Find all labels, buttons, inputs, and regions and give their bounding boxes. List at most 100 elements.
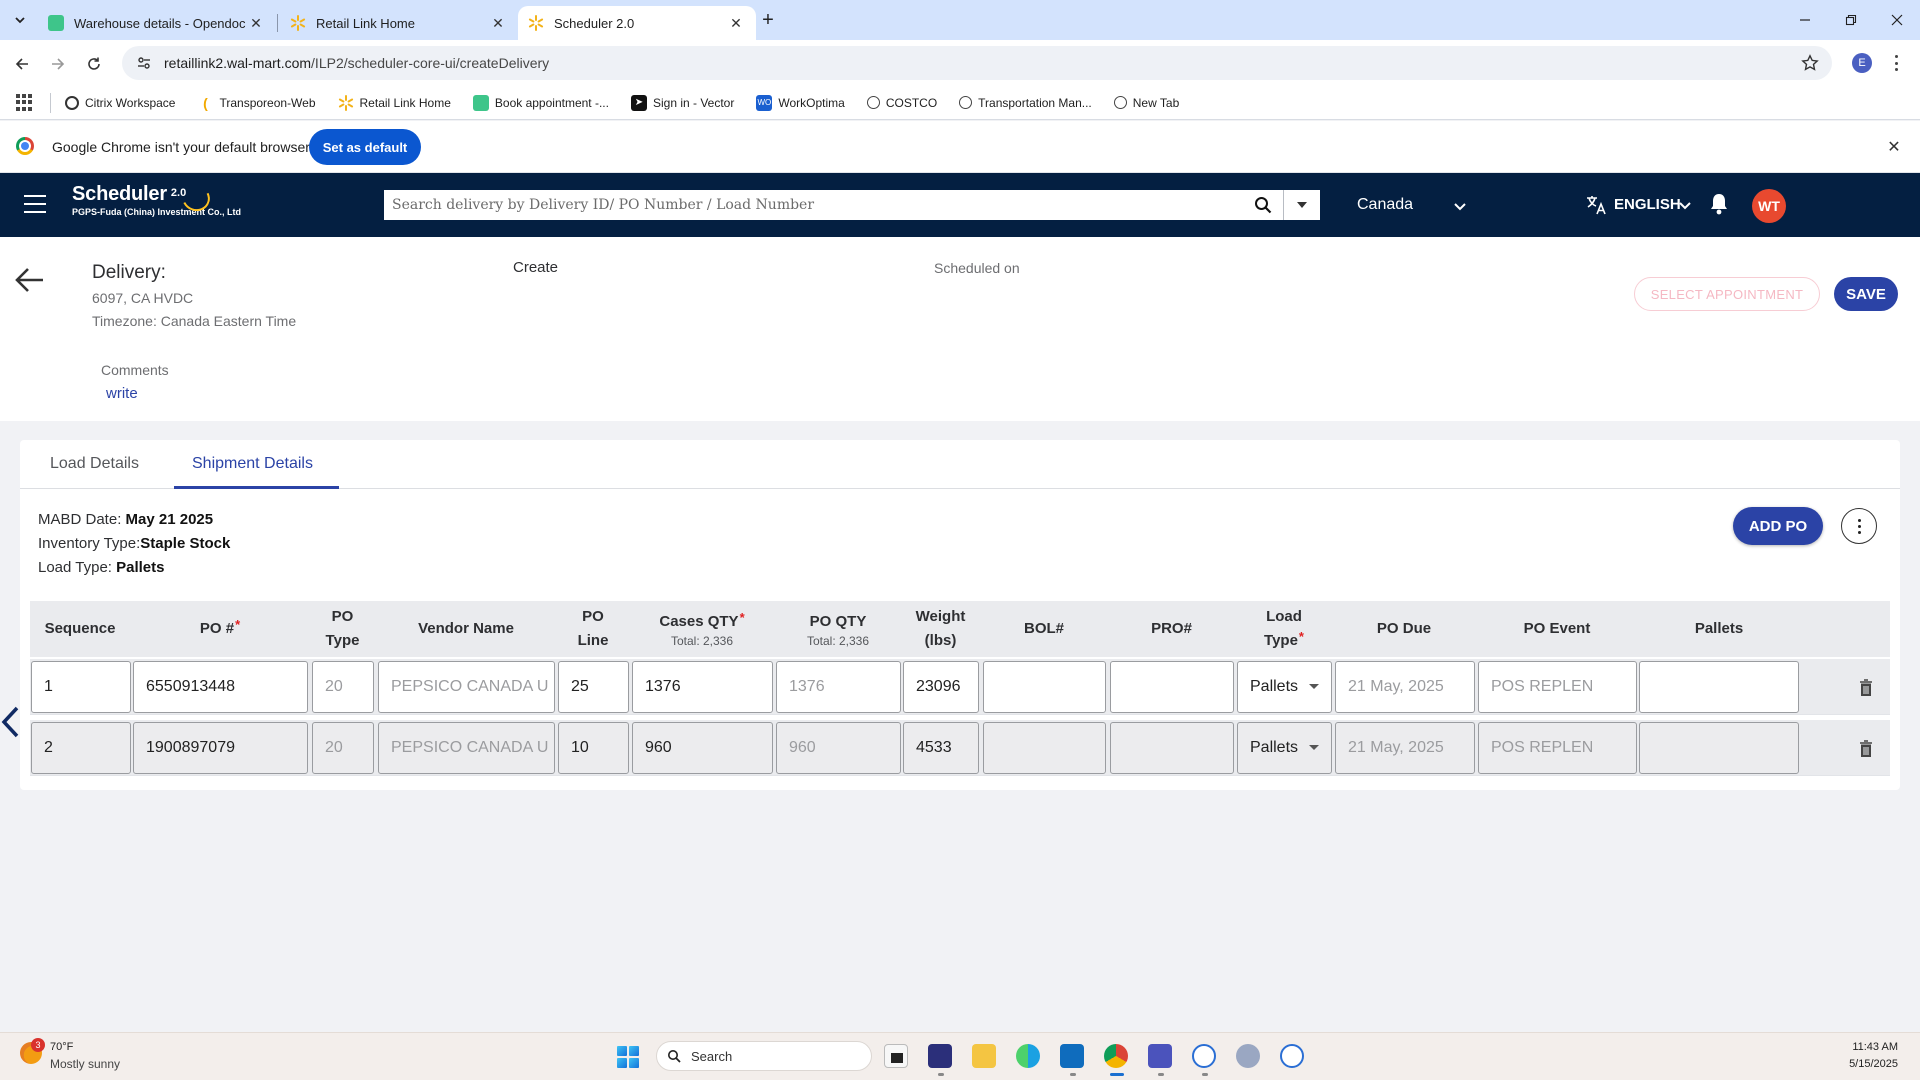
- restore-button[interactable]: [1828, 0, 1874, 40]
- po-line-input[interactable]: 10: [558, 722, 629, 774]
- notification-bell-icon[interactable]: [1708, 192, 1730, 216]
- reload-button[interactable]: [80, 50, 108, 78]
- hamburger-menu-icon[interactable]: [24, 195, 46, 213]
- required-mark: *: [235, 617, 241, 632]
- minimize-button[interactable]: [1782, 0, 1828, 40]
- load-type-select[interactable]: Pallets: [1237, 661, 1332, 713]
- weather-description[interactable]: Mostly sunny: [50, 1057, 120, 1071]
- load-type-select[interactable]: Pallets: [1237, 722, 1332, 774]
- apps-grid-icon[interactable]: [16, 93, 34, 112]
- bookmark-vector[interactable]: ➤ Sign in - Vector: [630, 94, 734, 111]
- windows-start-icon[interactable]: [617, 1046, 639, 1068]
- caret-down-icon: [1309, 684, 1319, 689]
- po-event-field: POS REPLEN: [1478, 722, 1637, 774]
- cases-qty-input[interactable]: 1376: [632, 661, 773, 713]
- app-icon[interactable]: [1280, 1044, 1304, 1068]
- pro-input[interactable]: [1110, 722, 1234, 774]
- file-explorer-icon[interactable]: [972, 1044, 996, 1068]
- tab-load-details[interactable]: Load Details: [50, 455, 139, 473]
- bookmark-costco[interactable]: COSTCO: [866, 96, 937, 110]
- chevron-left-icon[interactable]: [0, 704, 22, 740]
- bookmark-new-tab[interactable]: New Tab: [1113, 96, 1179, 110]
- browser-tab-retail-link[interactable]: Retail Link Home ✕: [280, 6, 518, 40]
- search-icon[interactable]: [1243, 190, 1283, 220]
- write-comment-link[interactable]: write: [106, 385, 138, 402]
- chrome-icon[interactable]: [1104, 1044, 1128, 1068]
- close-window-button[interactable]: [1874, 0, 1920, 40]
- browser-tab-opendock[interactable]: Warehouse details - Opendock ✕: [38, 6, 276, 40]
- bookmark-star-icon[interactable]: [1800, 53, 1820, 73]
- language-select[interactable]: ENGLISH: [1614, 196, 1681, 213]
- col-po-line: PO Line: [557, 601, 629, 657]
- weight-input[interactable]: 4533: [903, 722, 979, 774]
- bookmark-transportation[interactable]: Transportation Man...: [959, 96, 1092, 110]
- po-number-input[interactable]: 6550913448: [133, 661, 308, 713]
- task-view-icon[interactable]: [884, 1044, 908, 1068]
- tab-shipment-details[interactable]: Shipment Details: [192, 455, 313, 473]
- trash-icon[interactable]: [1859, 740, 1873, 758]
- brand-logo[interactable]: Scheduler 2.0 PGPS-Fuda (China) Investmen…: [72, 180, 241, 217]
- translate-icon[interactable]: [1584, 193, 1608, 217]
- address-bar[interactable]: retaillink2.wal-mart.com/ILP2/scheduler-…: [122, 46, 1832, 80]
- walmart-spark-icon: [290, 15, 306, 31]
- walmart-spark-icon: [338, 94, 353, 111]
- sequence-input[interactable]: 2: [31, 722, 131, 774]
- delivery-search-input[interactable]: [384, 190, 1243, 220]
- weight-input[interactable]: 23096: [903, 661, 979, 713]
- user-avatar[interactable]: WT: [1752, 189, 1786, 223]
- pallets-input[interactable]: [1639, 661, 1799, 713]
- close-tab-icon[interactable]: ✕: [488, 13, 508, 33]
- forward-button[interactable]: [44, 50, 72, 78]
- bookmark-book-appointment[interactable]: Book appointment -...: [472, 94, 609, 111]
- mabd-date: MABD Date: May 21 2025: [38, 511, 213, 528]
- bol-input[interactable]: [983, 661, 1106, 713]
- bookmark-retail-link[interactable]: Retail Link Home: [338, 94, 451, 111]
- bookmark-workoptima[interactable]: WO WorkOptima: [756, 94, 845, 111]
- trash-icon[interactable]: [1859, 679, 1873, 697]
- col-label: Cases QTY*: [659, 610, 744, 634]
- weather-temperature[interactable]: 70°F: [50, 1041, 73, 1053]
- close-icon[interactable]: ✕: [1884, 137, 1904, 157]
- more-options-icon[interactable]: [1841, 508, 1877, 544]
- bol-input[interactable]: [983, 722, 1106, 774]
- browser-menu-icon[interactable]: [1890, 52, 1902, 74]
- po-line-input[interactable]: 25: [558, 661, 629, 713]
- citrix-app-icon[interactable]: [928, 1044, 952, 1068]
- outlook-icon[interactable]: [1060, 1044, 1084, 1068]
- edge-icon[interactable]: [1016, 1044, 1040, 1068]
- close-tab-icon[interactable]: ✕: [246, 13, 266, 33]
- app-icon[interactable]: [1192, 1044, 1216, 1068]
- profile-avatar[interactable]: E: [1852, 53, 1872, 73]
- browser-tab-scheduler[interactable]: Scheduler 2.0 ✕: [518, 6, 756, 40]
- select-appointment-button[interactable]: SELECT APPOINTMENT: [1634, 277, 1820, 311]
- bookmark-transporeon[interactable]: ( Transporeon-Web: [197, 95, 315, 111]
- default-browser-infobar: Google Chrome isn't your default browser…: [0, 121, 1920, 173]
- po-type-field: 20: [312, 661, 374, 713]
- chevron-down-icon[interactable]: [1678, 198, 1692, 212]
- add-po-button[interactable]: ADD PO: [1733, 507, 1823, 545]
- clock-time[interactable]: 11:43 AM: [1838, 1041, 1898, 1053]
- save-button[interactable]: SAVE: [1834, 277, 1898, 311]
- arrow-left-icon[interactable]: [14, 266, 46, 294]
- pro-input[interactable]: [1110, 661, 1234, 713]
- tab-search-button[interactable]: [8, 8, 32, 32]
- teams-icon[interactable]: [1148, 1044, 1172, 1068]
- search-type-dropdown[interactable]: [1284, 190, 1320, 220]
- site-settings-icon[interactable]: [134, 53, 154, 73]
- taskbar-search[interactable]: Search: [656, 1041, 872, 1071]
- sequence-input[interactable]: 1: [31, 661, 131, 713]
- bookmark-citrix[interactable]: Citrix Workspace: [65, 95, 175, 110]
- col-label: (lbs): [924, 632, 957, 649]
- po-number-input[interactable]: 1900897079: [133, 722, 308, 774]
- close-tab-icon[interactable]: ✕: [726, 13, 746, 33]
- chevron-down-icon[interactable]: [1452, 198, 1468, 214]
- globe-app-icon[interactable]: [1236, 1044, 1260, 1068]
- cases-qty-input[interactable]: 960: [632, 722, 773, 774]
- pallets-input[interactable]: [1639, 722, 1799, 774]
- back-button[interactable]: [8, 50, 36, 78]
- col-label: PO: [331, 608, 354, 625]
- new-tab-button[interactable]: +: [756, 8, 780, 32]
- set-as-default-button[interactable]: Set as default: [309, 129, 421, 165]
- country-select[interactable]: Canada: [1357, 196, 1413, 214]
- clock-date[interactable]: 5/15/2025: [1830, 1058, 1898, 1070]
